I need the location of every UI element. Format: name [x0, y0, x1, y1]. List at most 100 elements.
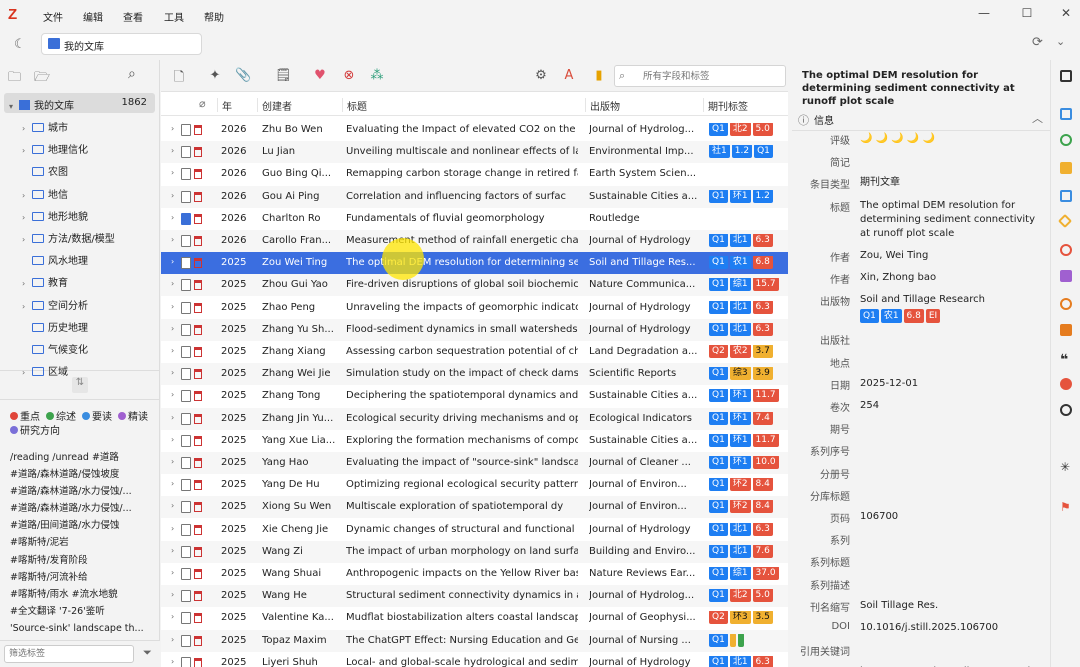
field-value[interactable]: 254: [860, 399, 1048, 413]
chevron-right-icon[interactable]: ›: [171, 213, 174, 222]
column-tags[interactable]: 期刊标签: [703, 98, 748, 113]
pdf-attachment-icon[interactable]: [194, 613, 202, 624]
chevron-right-icon[interactable]: ›: [22, 191, 32, 200]
translate-icon[interactable]: [1060, 270, 1072, 282]
magic-wand-icon[interactable]: ✦: [207, 68, 223, 84]
abstract-icon[interactable]: [1060, 108, 1072, 120]
chevron-right-icon[interactable]: ›: [171, 324, 174, 333]
sync-icon[interactable]: ⟳: [1032, 35, 1048, 51]
chevron-right-icon[interactable]: ›: [171, 612, 174, 621]
chevron-right-icon[interactable]: ›: [22, 124, 32, 133]
table-row[interactable]: › 2025 Zhang Jin Yu... Ecological security …: [161, 407, 788, 430]
minimize-button[interactable]: —: [970, 6, 998, 24]
chevron-right-icon[interactable]: ›: [171, 635, 174, 644]
locate-icon[interactable]: ⊗: [341, 68, 357, 84]
chevron-right-icon[interactable]: ›: [171, 590, 174, 599]
pdf-attachment-icon[interactable]: [194, 524, 202, 535]
chevron-right-icon[interactable]: ›: [22, 235, 32, 244]
new-feed-icon[interactable]: 🗁: [34, 68, 50, 90]
tags-icon[interactable]: [1057, 213, 1073, 229]
chevron-right-icon[interactable]: ›: [171, 191, 174, 200]
attachments-icon[interactable]: [1060, 134, 1072, 146]
table-row[interactable]: › 2026 Charlton Ro Fundamentals of fluvial …: [161, 208, 788, 230]
bookmark-icon[interactable]: ▮: [591, 68, 607, 84]
pdf-attachment-icon[interactable]: [194, 302, 202, 313]
pdf-attachment-icon[interactable]: [194, 435, 202, 446]
table-row[interactable]: › 2026 Gou Ai Ping Correlation and influenc…: [161, 185, 788, 208]
table-row[interactable]: › 2025 Yang Xue Lia... Exploring the format…: [161, 430, 788, 452]
chevron-right-icon[interactable]: ›: [171, 524, 174, 533]
chevron-right-icon[interactable]: ›: [22, 368, 32, 377]
table-row[interactable]: › 2026 Lu Jian Unveiling multiscale and non…: [161, 141, 788, 164]
tag-line[interactable]: #道路/森林道路/侵蚀坡度: [10, 466, 158, 483]
table-row[interactable]: › 2025 Zhang Wei Jie Simulation study on th…: [161, 363, 788, 386]
collection-item[interactable]: › 地信: [22, 186, 68, 201]
chevron-right-icon[interactable]: ›: [171, 146, 174, 155]
search-icon[interactable]: ⌕: [128, 66, 136, 82]
table-row[interactable]: › 2025 Zou Wei Ting The optimal DEM resolut…: [161, 252, 788, 275]
colored-tag[interactable]: 研究方向: [10, 425, 60, 439]
quote-icon[interactable]: ❝: [1060, 352, 1074, 368]
field-value[interactable]: 106700: [860, 510, 1048, 524]
new-collection-icon[interactable]: 🗀: [8, 68, 21, 90]
table-row[interactable]: › 2026 Carollo Fran... Measurement method o…: [161, 230, 788, 252]
puzzle-icon[interactable]: ⚙: [533, 68, 549, 84]
column-publication[interactable]: 出版物: [585, 98, 620, 113]
collection-item[interactable]: › 方法/数据/模型: [22, 230, 115, 245]
collection-item[interactable]: › 空间分析: [22, 297, 88, 312]
table-row[interactable]: › 2025 Zhang Tong Deciphering the spatiotem…: [161, 385, 788, 407]
pdf-attachment-icon[interactable]: [194, 480, 202, 491]
pdf-attachment-icon[interactable]: [194, 458, 202, 468]
pdf-attachment-icon[interactable]: [194, 169, 202, 180]
chevron-right-icon[interactable]: ›: [171, 546, 174, 555]
column-year[interactable]: 年: [217, 98, 232, 113]
tag-line[interactable]: 'Source-sink' landscape th...: [10, 620, 158, 637]
tag-line[interactable]: #道路/森林道路/水力侵蚀/...: [10, 500, 158, 517]
pdf-attachment-icon[interactable]: [194, 591, 202, 602]
field-value[interactable]: 期刊文章: [860, 176, 1048, 190]
tag-line[interactable]: #道路/森林道路/水力侵蚀/...: [10, 483, 158, 500]
tag-filter-input[interactable]: [4, 645, 134, 663]
chevron-right-icon[interactable]: ›: [171, 479, 174, 488]
related-icon[interactable]: [1060, 244, 1072, 256]
chevron-right-icon[interactable]: ›: [171, 457, 174, 466]
collection-item[interactable]: 风水地理: [22, 252, 88, 267]
close-button[interactable]: ✕: [1052, 6, 1080, 24]
tag-line[interactable]: #全文翻译 '7-26'鉴听: [10, 603, 158, 620]
chevron-right-icon[interactable]: ›: [22, 213, 32, 222]
colored-tag[interactable]: 精读: [118, 411, 148, 425]
tag-line[interactable]: #道路/田间道路/水力侵蚀: [10, 517, 158, 534]
collection-item[interactable]: › 区域: [22, 363, 68, 378]
pdf-attachment-icon[interactable]: [194, 191, 202, 202]
menu-view[interactable]: 查看: [123, 9, 143, 24]
record-icon[interactable]: [1060, 378, 1072, 390]
chevron-right-icon[interactable]: ›: [171, 302, 174, 311]
pdf-attachment-icon[interactable]: [194, 369, 202, 380]
share-icon[interactable]: ⁂: [369, 68, 385, 84]
pdf-attachment-icon[interactable]: [194, 125, 202, 135]
menu-file[interactable]: 文件: [43, 9, 63, 24]
pdf-attachment-icon[interactable]: [194, 502, 202, 513]
moon-icon[interactable]: ☾: [14, 37, 30, 53]
pdf-attachment-icon[interactable]: [194, 391, 202, 402]
chevron-down-icon[interactable]: ⌄: [1056, 35, 1072, 51]
menu-tools[interactable]: 工具: [164, 9, 184, 24]
table-row[interactable]: › 2025 Zhang Xiang Assessing carbon sequest…: [161, 341, 788, 363]
pdf-icon[interactable]: A: [561, 68, 577, 84]
library-item[interactable]: ▾ 我的文库 1862: [4, 93, 155, 113]
chevron-right-icon[interactable]: ›: [171, 568, 174, 577]
tab-my-library[interactable]: 我的文库: [41, 33, 202, 55]
table-row[interactable]: › 2026 Zhu Bo Wen Evaluating the Impact of …: [161, 119, 788, 141]
colored-tag[interactable]: 重点: [10, 411, 40, 425]
library-collections-icon[interactable]: [1060, 190, 1072, 202]
field-value[interactable]: Xin, Zhong bao: [860, 271, 1048, 285]
search-input[interactable]: [643, 68, 783, 84]
filter-icon[interactable]: ⏷: [143, 646, 152, 660]
table-row[interactable]: › 2025 Zhou Gui Yao Fire-driven disruptions…: [161, 274, 788, 297]
info-pane-icon[interactable]: [1060, 70, 1072, 82]
chevron-right-icon[interactable]: ›: [171, 346, 174, 355]
field-value[interactable]: 2025-12-01: [860, 377, 1048, 391]
field-value[interactable]: Zou, Wei Ting: [860, 249, 1048, 263]
pdf-attachment-icon[interactable]: [194, 347, 202, 357]
chevron-right-icon[interactable]: ›: [171, 501, 174, 510]
